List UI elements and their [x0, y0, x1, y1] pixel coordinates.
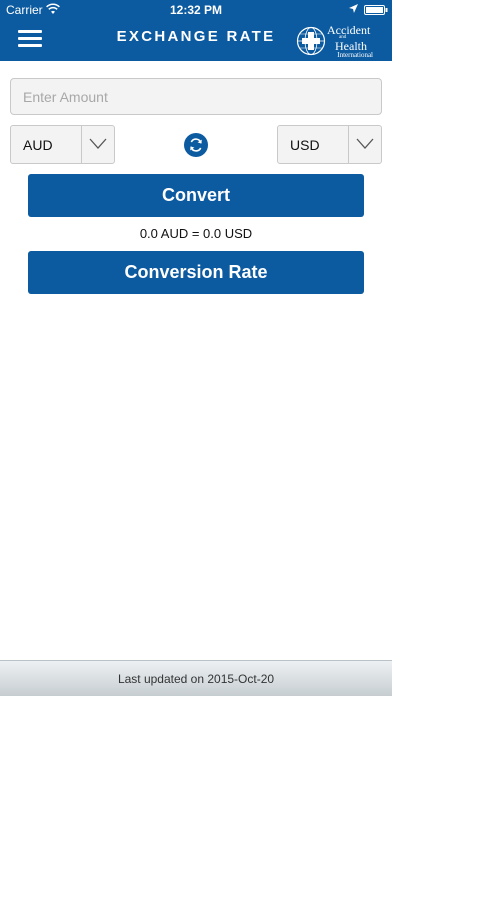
to-currency-value: USD: [290, 137, 320, 153]
app-screen: Carrier 12:32 PM EXCHANGE RATE Accident …: [0, 0, 392, 696]
brand-logo: Accident and Health International: [296, 23, 388, 59]
from-currency-select[interactable]: AUD: [10, 125, 115, 164]
clock: 12:32 PM: [169, 3, 223, 17]
to-currency-select[interactable]: USD: [277, 125, 382, 164]
swap-icon[interactable]: [184, 133, 208, 157]
brand-logo-text: Accident and Health International: [327, 23, 373, 59]
convert-button[interactable]: Convert: [28, 174, 364, 217]
chevron-down-icon: [89, 138, 107, 149]
conversion-rate-button[interactable]: Conversion Rate: [28, 251, 364, 294]
amount-input[interactable]: [10, 78, 382, 115]
globe-cross-icon: [296, 26, 326, 56]
last-updated-text: Last updated on 2015-Oct-20: [117, 672, 275, 686]
chevron-down-icon: [356, 138, 374, 149]
app-header: EXCHANGE RATE Accident and Health Intern…: [0, 20, 392, 61]
divider: [348, 126, 349, 163]
battery-icon: [364, 5, 388, 15]
refresh-arrows-icon: [190, 138, 202, 152]
divider: [81, 126, 82, 163]
status-bar: Carrier 12:32 PM: [0, 0, 392, 20]
footer: Last updated on 2015-Oct-20: [0, 660, 392, 696]
from-currency-value: AUD: [23, 137, 53, 153]
conversion-result: 0.0 AUD = 0.0 USD: [139, 226, 253, 241]
location-icon: [349, 4, 358, 13]
